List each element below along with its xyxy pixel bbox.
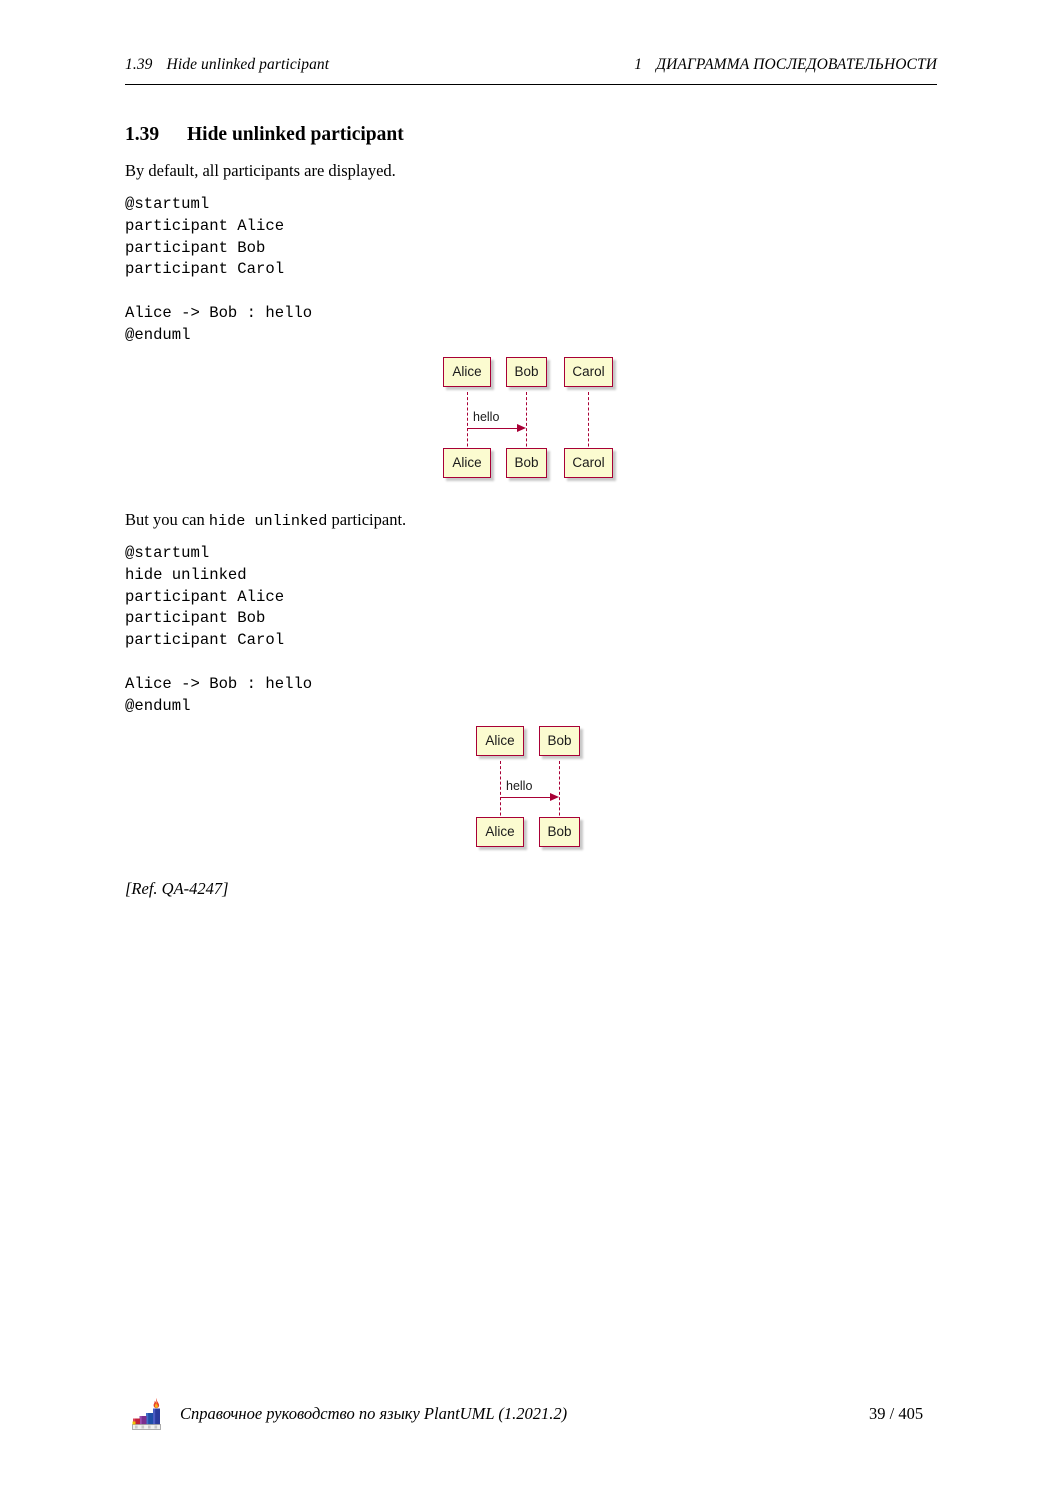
participant-box-bob-top: Bob xyxy=(506,357,547,387)
code-block-hide-unlinked: @startuml hide unlinked participant Alic… xyxy=(125,544,313,715)
participant-label: Bob xyxy=(514,455,539,471)
participant-box-alice-top: Alice xyxy=(476,726,524,756)
message-arrow-head xyxy=(517,423,526,432)
reference-note: [Ref. QA-4247] xyxy=(125,879,229,898)
sequence-diagram-all-participants: Alice Bob Carol hello Alice Bob Carol xyxy=(440,352,630,492)
message-label-hello: hello xyxy=(506,779,533,793)
second-paragraph-before: But you can xyxy=(125,510,209,529)
code-block-default: @startuml participant Alice participant … xyxy=(125,195,313,344)
header-left: 1.39 Hide unlinked participant xyxy=(125,56,329,74)
message-arrow-line xyxy=(500,797,551,798)
header-rule xyxy=(125,84,937,85)
participant-label: Bob xyxy=(514,364,539,380)
header-section-title: Hide unlinked participant xyxy=(166,56,330,73)
second-paragraph: But you can hide unlinked participant. xyxy=(125,510,406,531)
participant-label: Carol xyxy=(572,455,605,471)
message-arrow-head xyxy=(550,792,559,801)
participant-label: Bob xyxy=(547,824,572,840)
participant-box-alice-bottom: Alice xyxy=(476,817,524,847)
second-paragraph-after: participant. xyxy=(327,510,407,529)
plantuml-logo-icon xyxy=(130,1396,168,1432)
header-chapter-number: 1 xyxy=(634,56,643,73)
section-number: 1.39 xyxy=(125,124,160,145)
sequence-diagram-hide-unlinked: Alice Bob hello Alice Bob xyxy=(473,721,598,853)
page-title: 1.39 Hide unlinked participant xyxy=(125,124,404,146)
participant-label: Alice xyxy=(485,733,515,749)
participant-label: Carol xyxy=(572,364,605,380)
participant-label: Alice xyxy=(452,455,482,471)
participant-box-bob-bottom: Bob xyxy=(506,448,547,478)
intro-paragraph: By default, all participants are display… xyxy=(125,161,396,180)
section-title-text: Hide unlinked participant xyxy=(187,124,404,145)
message-label-hello: hello xyxy=(473,410,500,424)
participant-label: Bob xyxy=(547,733,572,749)
participant-box-carol-top: Carol xyxy=(564,357,613,387)
header-right: 1 ДИАГРАММА ПОСЛЕДОВАТЕЛЬНОСТИ xyxy=(634,56,937,74)
participant-box-bob-top: Bob xyxy=(539,726,580,756)
header-chapter-title: ДИАГРАММА ПОСЛЕДОВАТЕЛЬНОСТИ xyxy=(656,56,937,73)
participant-label: Alice xyxy=(485,824,515,840)
participant-box-alice-top: Alice xyxy=(443,357,491,387)
footer-page-number: 39 / 405 xyxy=(869,1404,924,1423)
footer-document-title: Справочное руководство по языку PlantUML… xyxy=(180,1404,568,1423)
participant-box-alice-bottom: Alice xyxy=(443,448,491,478)
participant-box-bob-bottom: Bob xyxy=(539,817,580,847)
participant-box-carol-bottom: Carol xyxy=(564,448,613,478)
message-arrow-line xyxy=(467,428,518,429)
running-header: 1.39 Hide unlinked participant 1 ДИАГРАММА… xyxy=(125,56,937,84)
inline-code-hide-unlinked: hide unlinked xyxy=(208,512,328,530)
header-section-number: 1.39 xyxy=(125,56,153,73)
document-page: 1.39 Hide unlinked participant 1 ДИАГРАММА… xyxy=(0,0,1060,1500)
participant-label: Alice xyxy=(452,364,482,380)
